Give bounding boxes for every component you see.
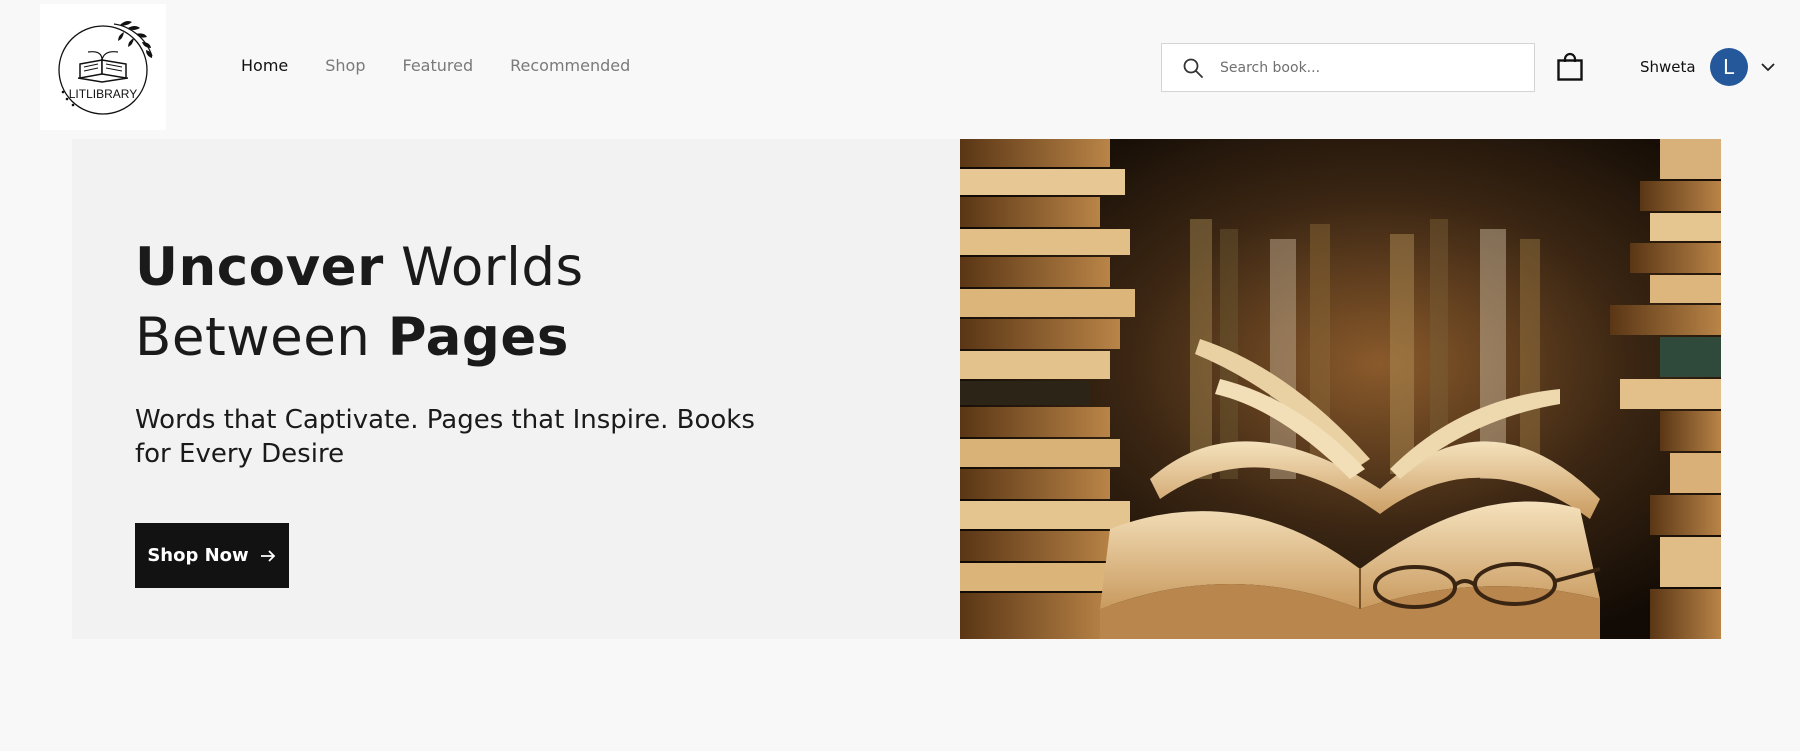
shop-now-button[interactable]: Shop Now — [135, 523, 289, 588]
books-photo — [960, 139, 1721, 639]
brand-logo[interactable]: LITLIBRARY — [40, 4, 166, 130]
hero-image — [960, 139, 1721, 639]
hero-title-part-1: Worlds — [383, 237, 584, 298]
hero-title-bold-1: Uncover — [135, 237, 384, 298]
avatar[interactable]: L — [1709, 48, 1748, 86]
shopping-bag-icon[interactable] — [1556, 52, 1584, 82]
search-icon[interactable] — [1182, 57, 1204, 79]
shop-now-label: Shop Now — [147, 545, 249, 566]
hero-title-part-2: Between — [135, 307, 388, 368]
hero-subtitle: Words that Captivate. Pages that Inspire… — [135, 405, 755, 469]
main-nav: Home Shop Featured Recommended — [241, 56, 667, 75]
user-menu[interactable]: Shweta L — [1640, 47, 1776, 87]
nav-home[interactable]: Home — [241, 56, 288, 75]
nav-recommended[interactable]: Recommended — [510, 56, 630, 75]
arrow-right-icon — [259, 547, 277, 565]
hero-banner: Uncover Worlds Between Pages Words that … — [72, 139, 1721, 639]
search-bar[interactable] — [1161, 43, 1535, 92]
search-input[interactable] — [1220, 59, 1500, 76]
hero-title: Uncover Worlds Between Pages — [135, 233, 584, 373]
hero-title-bold-2: Pages — [387, 307, 569, 368]
logo-text: LITLIBRARY — [69, 87, 137, 101]
chevron-down-icon[interactable] — [1760, 59, 1776, 75]
nav-shop[interactable]: Shop — [325, 56, 365, 75]
logo-emblem: LITLIBRARY — [58, 21, 153, 115]
user-name: Shweta — [1640, 58, 1696, 76]
nav-featured[interactable]: Featured — [403, 56, 474, 75]
